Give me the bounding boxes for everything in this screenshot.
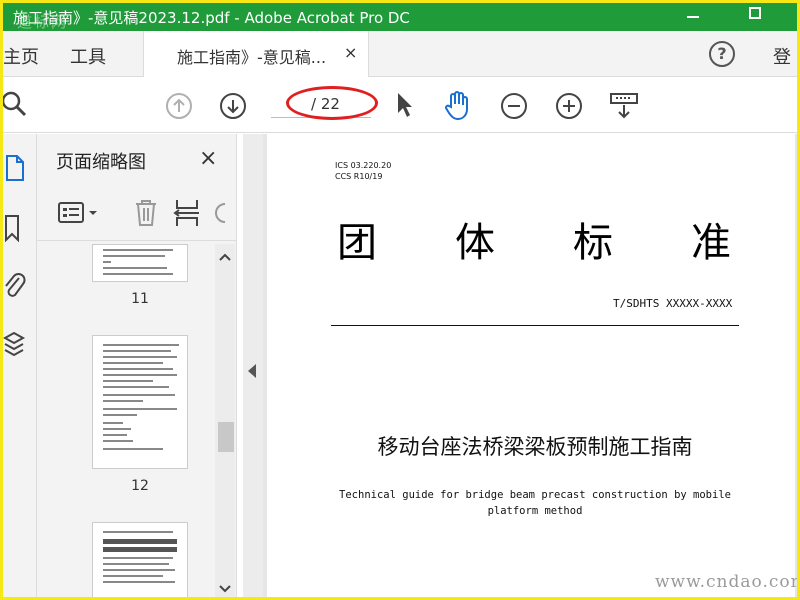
thumbnail-page-11[interactable]: [92, 244, 188, 282]
bookmarks-icon[interactable]: [3, 214, 25, 242]
window-title: 施工指南》-意见稿2023.12.pdf - Adobe Acrobat Pro…: [13, 9, 410, 27]
title-char: 标: [573, 220, 613, 266]
maximize-button[interactable]: [749, 7, 761, 19]
panel-toolbar: [37, 186, 237, 241]
toolbar: / 22: [3, 77, 797, 133]
rotate-page-icon[interactable]: [213, 200, 227, 226]
zoom-out-icon[interactable]: [500, 92, 528, 120]
english-title: Technical guide for bridge beam precast …: [339, 489, 731, 517]
help-icon[interactable]: ?: [709, 41, 735, 67]
page-display-icon[interactable]: [609, 91, 639, 121]
document-area: ICS 03.220.20 CCS R10/19 团 体 标 准 T/SDHTS…: [263, 134, 797, 597]
page-thumbnails-icon[interactable]: [3, 154, 27, 182]
document-tab-label: 施工指南》-意见稿...: [177, 48, 327, 67]
search-icon[interactable]: [3, 89, 29, 119]
previous-page-icon[interactable]: [165, 92, 193, 120]
close-tab-icon[interactable]: ×: [344, 43, 357, 62]
minimize-button[interactable]: [687, 16, 699, 18]
panel-title: 页面缩略图: [56, 152, 146, 173]
scroll-up-icon[interactable]: [218, 252, 232, 262]
title-char: 体: [455, 220, 495, 266]
panel-close-icon[interactable]: ×: [199, 146, 217, 171]
ccs-line: CCS R10/19: [335, 172, 383, 181]
document-tab[interactable]: 施工指南》-意见稿... ×: [143, 31, 369, 77]
site-watermark: www.cndao.com: [655, 572, 797, 592]
zoom-in-icon[interactable]: [555, 92, 583, 120]
scroll-down-icon[interactable]: [218, 584, 232, 594]
insert-page-icon[interactable]: [173, 198, 201, 228]
thumbnail-page-12[interactable]: [92, 335, 188, 469]
hand-tool-icon[interactable]: [443, 89, 473, 121]
attachments-icon[interactable]: [3, 272, 27, 300]
home-tab[interactable]: 主页: [3, 43, 39, 69]
thumbnail-page-13[interactable]: [92, 522, 188, 597]
annotation-oval: [286, 86, 378, 120]
login-button[interactable]: 登: [773, 43, 791, 69]
panel-collapse-handle[interactable]: [243, 134, 263, 597]
ics-code: ICS 03.220.20 CCS R10/19: [335, 160, 391, 182]
pdf-page: ICS 03.220.20 CCS R10/19 团 体 标 准 T/SDHTS…: [267, 134, 797, 597]
standard-code: T/SDHTS XXXXX-XXXX: [613, 297, 733, 310]
app-window: 施工指南》-意见稿2023.12.pdf - Adobe Acrobat Pro…: [3, 3, 797, 597]
tab-row: 主页 工具 施工指南》-意见稿... × ? 登: [3, 31, 797, 77]
title-char: 准: [691, 220, 731, 266]
titlebar-watermark: 道标网: [17, 13, 69, 31]
divider-line: [331, 325, 739, 326]
left-navigation-strip: [3, 134, 37, 597]
title-bar: 施工指南》-意见稿2023.12.pdf - Adobe Acrobat Pro…: [3, 3, 797, 31]
next-page-icon[interactable]: [219, 92, 247, 120]
scroll-thumb[interactable]: [218, 422, 234, 452]
layers-icon[interactable]: [3, 330, 27, 358]
thumbnail-label: 12: [131, 478, 149, 494]
chinese-title: 移动台座法桥梁梁板预制施工指南: [377, 435, 693, 459]
select-arrow-icon[interactable]: [395, 91, 415, 119]
thumbnail-label: 11: [131, 291, 149, 307]
collapse-arrow-icon: [248, 364, 256, 378]
ics-line: ICS 03.220.20: [335, 161, 392, 170]
thumbnail-scrollbar[interactable]: [215, 244, 235, 597]
thumbnail-panel: 页面缩略图 × 11 12: [37, 134, 237, 597]
title-char: 团: [337, 220, 377, 266]
tools-tab[interactable]: 工具: [70, 43, 106, 69]
thumbnail-options-icon[interactable]: [57, 200, 103, 226]
delete-page-icon[interactable]: [133, 198, 159, 228]
